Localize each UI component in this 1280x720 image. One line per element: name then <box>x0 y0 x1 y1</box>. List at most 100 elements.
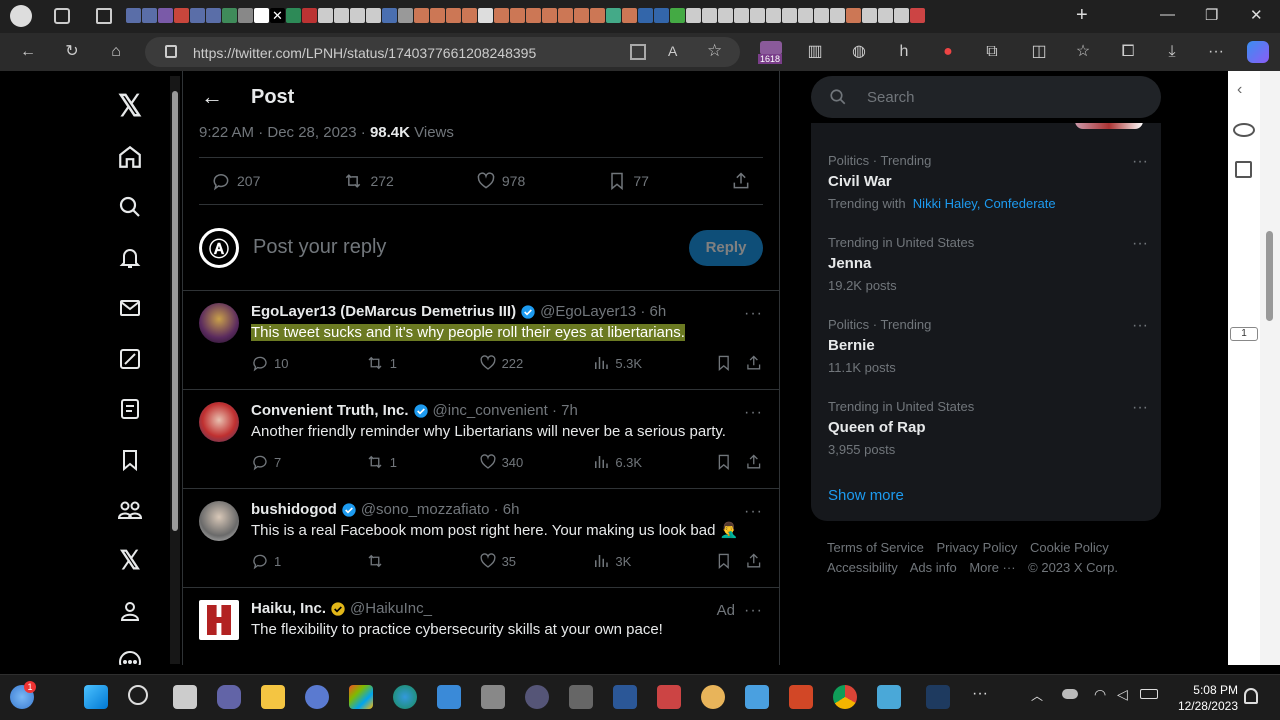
reply-tweet[interactable]: ··· Convenient Truth, Inc. @inc_convenie… <box>183 390 779 489</box>
tab-favicon[interactable] <box>686 8 701 23</box>
avatar[interactable] <box>199 600 239 640</box>
bookmark-icon[interactable] <box>715 453 733 471</box>
cat-app-icon[interactable] <box>701 685 725 709</box>
tab-favicon[interactable] <box>158 8 173 23</box>
task-view-icon[interactable] <box>173 685 197 709</box>
avatar[interactable] <box>199 501 239 541</box>
user-avatar[interactable]: Ⓐ <box>199 227 239 268</box>
author-name[interactable]: Convenient Truth, Inc. <box>251 402 409 419</box>
author-handle[interactable]: @EgoLayer13 · 6h <box>540 303 666 320</box>
tab-favicon[interactable] <box>862 8 877 23</box>
tab-favicon[interactable] <box>430 8 445 23</box>
tab-favicon[interactable] <box>702 8 717 23</box>
teams-chat-icon[interactable] <box>217 685 241 709</box>
tab-favicon[interactable] <box>894 8 909 23</box>
bookmark-action[interactable]: 77 <box>607 171 649 191</box>
side-badge[interactable]: 1 <box>1230 327 1258 341</box>
lists-icon[interactable] <box>104 384 156 435</box>
tab-favicon[interactable] <box>302 8 317 23</box>
microsoft-store-icon[interactable] <box>349 685 373 709</box>
volume-icon[interactable]: ◁ <box>1117 686 1128 703</box>
trend-item[interactable]: Trending in United States ··· Jenna 19.2… <box>828 235 1148 293</box>
settings-gear-icon[interactable] <box>525 685 549 709</box>
repost-action[interactable] <box>365 552 479 570</box>
notifications-bell-icon[interactable] <box>104 233 156 284</box>
accessibility-link[interactable]: Accessibility <box>827 560 898 575</box>
terms-link[interactable]: Terms of Service <box>827 540 924 555</box>
tab-favicon[interactable] <box>478 8 493 23</box>
minimize-button[interactable]: — <box>1160 6 1175 23</box>
reply-tweet[interactable]: ··· EgoLayer13 (DeMarcus Demetrius III) … <box>183 291 779 390</box>
back-icon[interactable]: ← <box>17 41 39 63</box>
tab-favicon[interactable] <box>350 8 365 23</box>
profile-icon[interactable] <box>104 586 156 637</box>
tray-chevron-icon[interactable]: ︿ <box>1031 687 1043 704</box>
note-icon[interactable] <box>1235 161 1252 178</box>
edge-browser-icon[interactable] <box>393 685 417 709</box>
tab-favicon[interactable] <box>798 8 813 23</box>
left-scrollbar[interactable] <box>170 76 180 664</box>
share-icon[interactable] <box>745 552 763 570</box>
tab-favicon[interactable] <box>414 8 429 23</box>
reply-input[interactable]: Post your reply <box>253 236 689 259</box>
more-options-icon[interactable]: ··· <box>744 602 763 620</box>
more-apps-icon[interactable]: ··· <box>972 685 988 703</box>
tab-favicon[interactable] <box>254 8 269 23</box>
tab-favicon[interactable] <box>494 8 509 23</box>
tab-favicon[interactable] <box>398 8 413 23</box>
split-screen-icon[interactable]: ◫ <box>1028 41 1050 63</box>
reply-button[interactable]: Reply <box>689 229 763 266</box>
like-action[interactable]: 978 <box>476 171 525 191</box>
trend-item[interactable]: Politics · Trending ··· Bernie 11.1K pos… <box>828 317 1148 375</box>
more-options-icon[interactable]: ··· <box>744 404 763 422</box>
x-logo-icon[interactable]: 𝕏 <box>104 81 156 132</box>
views-action[interactable]: 6.3K <box>592 453 711 471</box>
more-options-icon[interactable]: ··· <box>744 305 763 323</box>
show-more-link[interactable]: Show more <box>828 487 904 504</box>
tab-favicon[interactable] <box>766 8 781 23</box>
tab-favicon[interactable] <box>878 8 893 23</box>
more-options-icon[interactable]: ··· <box>1132 153 1148 171</box>
extensions-icon[interactable]: ⧉ <box>981 41 1003 63</box>
app-icon[interactable] <box>305 685 329 709</box>
more-options-icon[interactable]: ··· <box>1132 317 1148 335</box>
close-window-button[interactable]: ✕ <box>1250 6 1263 24</box>
repost-action[interactable]: 272 <box>342 171 394 191</box>
tab-favicon[interactable] <box>462 8 477 23</box>
cookie-link[interactable]: Cookie Policy <box>1030 540 1109 555</box>
tab-favicon[interactable] <box>318 8 333 23</box>
profile-icon[interactable] <box>10 5 32 27</box>
honey-extension-icon[interactable]: h <box>893 41 915 63</box>
scrollbar-thumb[interactable] <box>172 91 178 531</box>
tab-favicon[interactable] <box>366 8 381 23</box>
tab-favicon[interactable] <box>510 8 525 23</box>
trend-item[interactable]: Trending in United States ··· Queen of R… <box>828 399 1148 457</box>
reply-tweet[interactable]: ··· bushidogod @sono_mozzafiato · 6h Thi… <box>183 489 779 588</box>
collapse-chevron-icon[interactable]: ‹ <box>1237 81 1242 99</box>
tab-favicon[interactable] <box>446 8 461 23</box>
calculator-icon[interactable] <box>569 685 593 709</box>
tab-favicon[interactable] <box>846 8 861 23</box>
explore-search-icon[interactable] <box>104 182 156 233</box>
control-panel-icon[interactable] <box>877 685 901 709</box>
collections-icon[interactable]: ⧠ <box>1117 41 1139 63</box>
share-icon[interactable] <box>745 354 763 372</box>
tab-favicon[interactable] <box>190 8 205 23</box>
tab-favicon[interactable] <box>830 8 845 23</box>
tab-favicon[interactable] <box>782 8 797 23</box>
tab-favicon[interactable] <box>126 8 141 23</box>
camera-icon[interactable] <box>481 685 505 709</box>
favorites-icon[interactable]: ☆ <box>1072 41 1094 63</box>
more-options-icon[interactable]: ··· <box>1132 235 1148 253</box>
share-action[interactable] <box>731 171 751 191</box>
tab-favicon[interactable] <box>382 8 397 23</box>
system-clock[interactable]: 5:08 PM 12/28/2023 <box>1178 682 1238 714</box>
tab-favicon[interactable] <box>750 8 765 23</box>
tab-favicon[interactable] <box>238 8 253 23</box>
ads-info-link[interactable]: Ads info <box>910 560 957 575</box>
eye-icon[interactable] <box>1233 123 1255 137</box>
reply-action[interactable]: 10 <box>251 354 365 372</box>
snipping-tool-icon[interactable] <box>657 685 681 709</box>
tab-strip[interactable]: ✕ <box>126 6 1056 26</box>
like-action[interactable]: 340 <box>479 453 593 471</box>
